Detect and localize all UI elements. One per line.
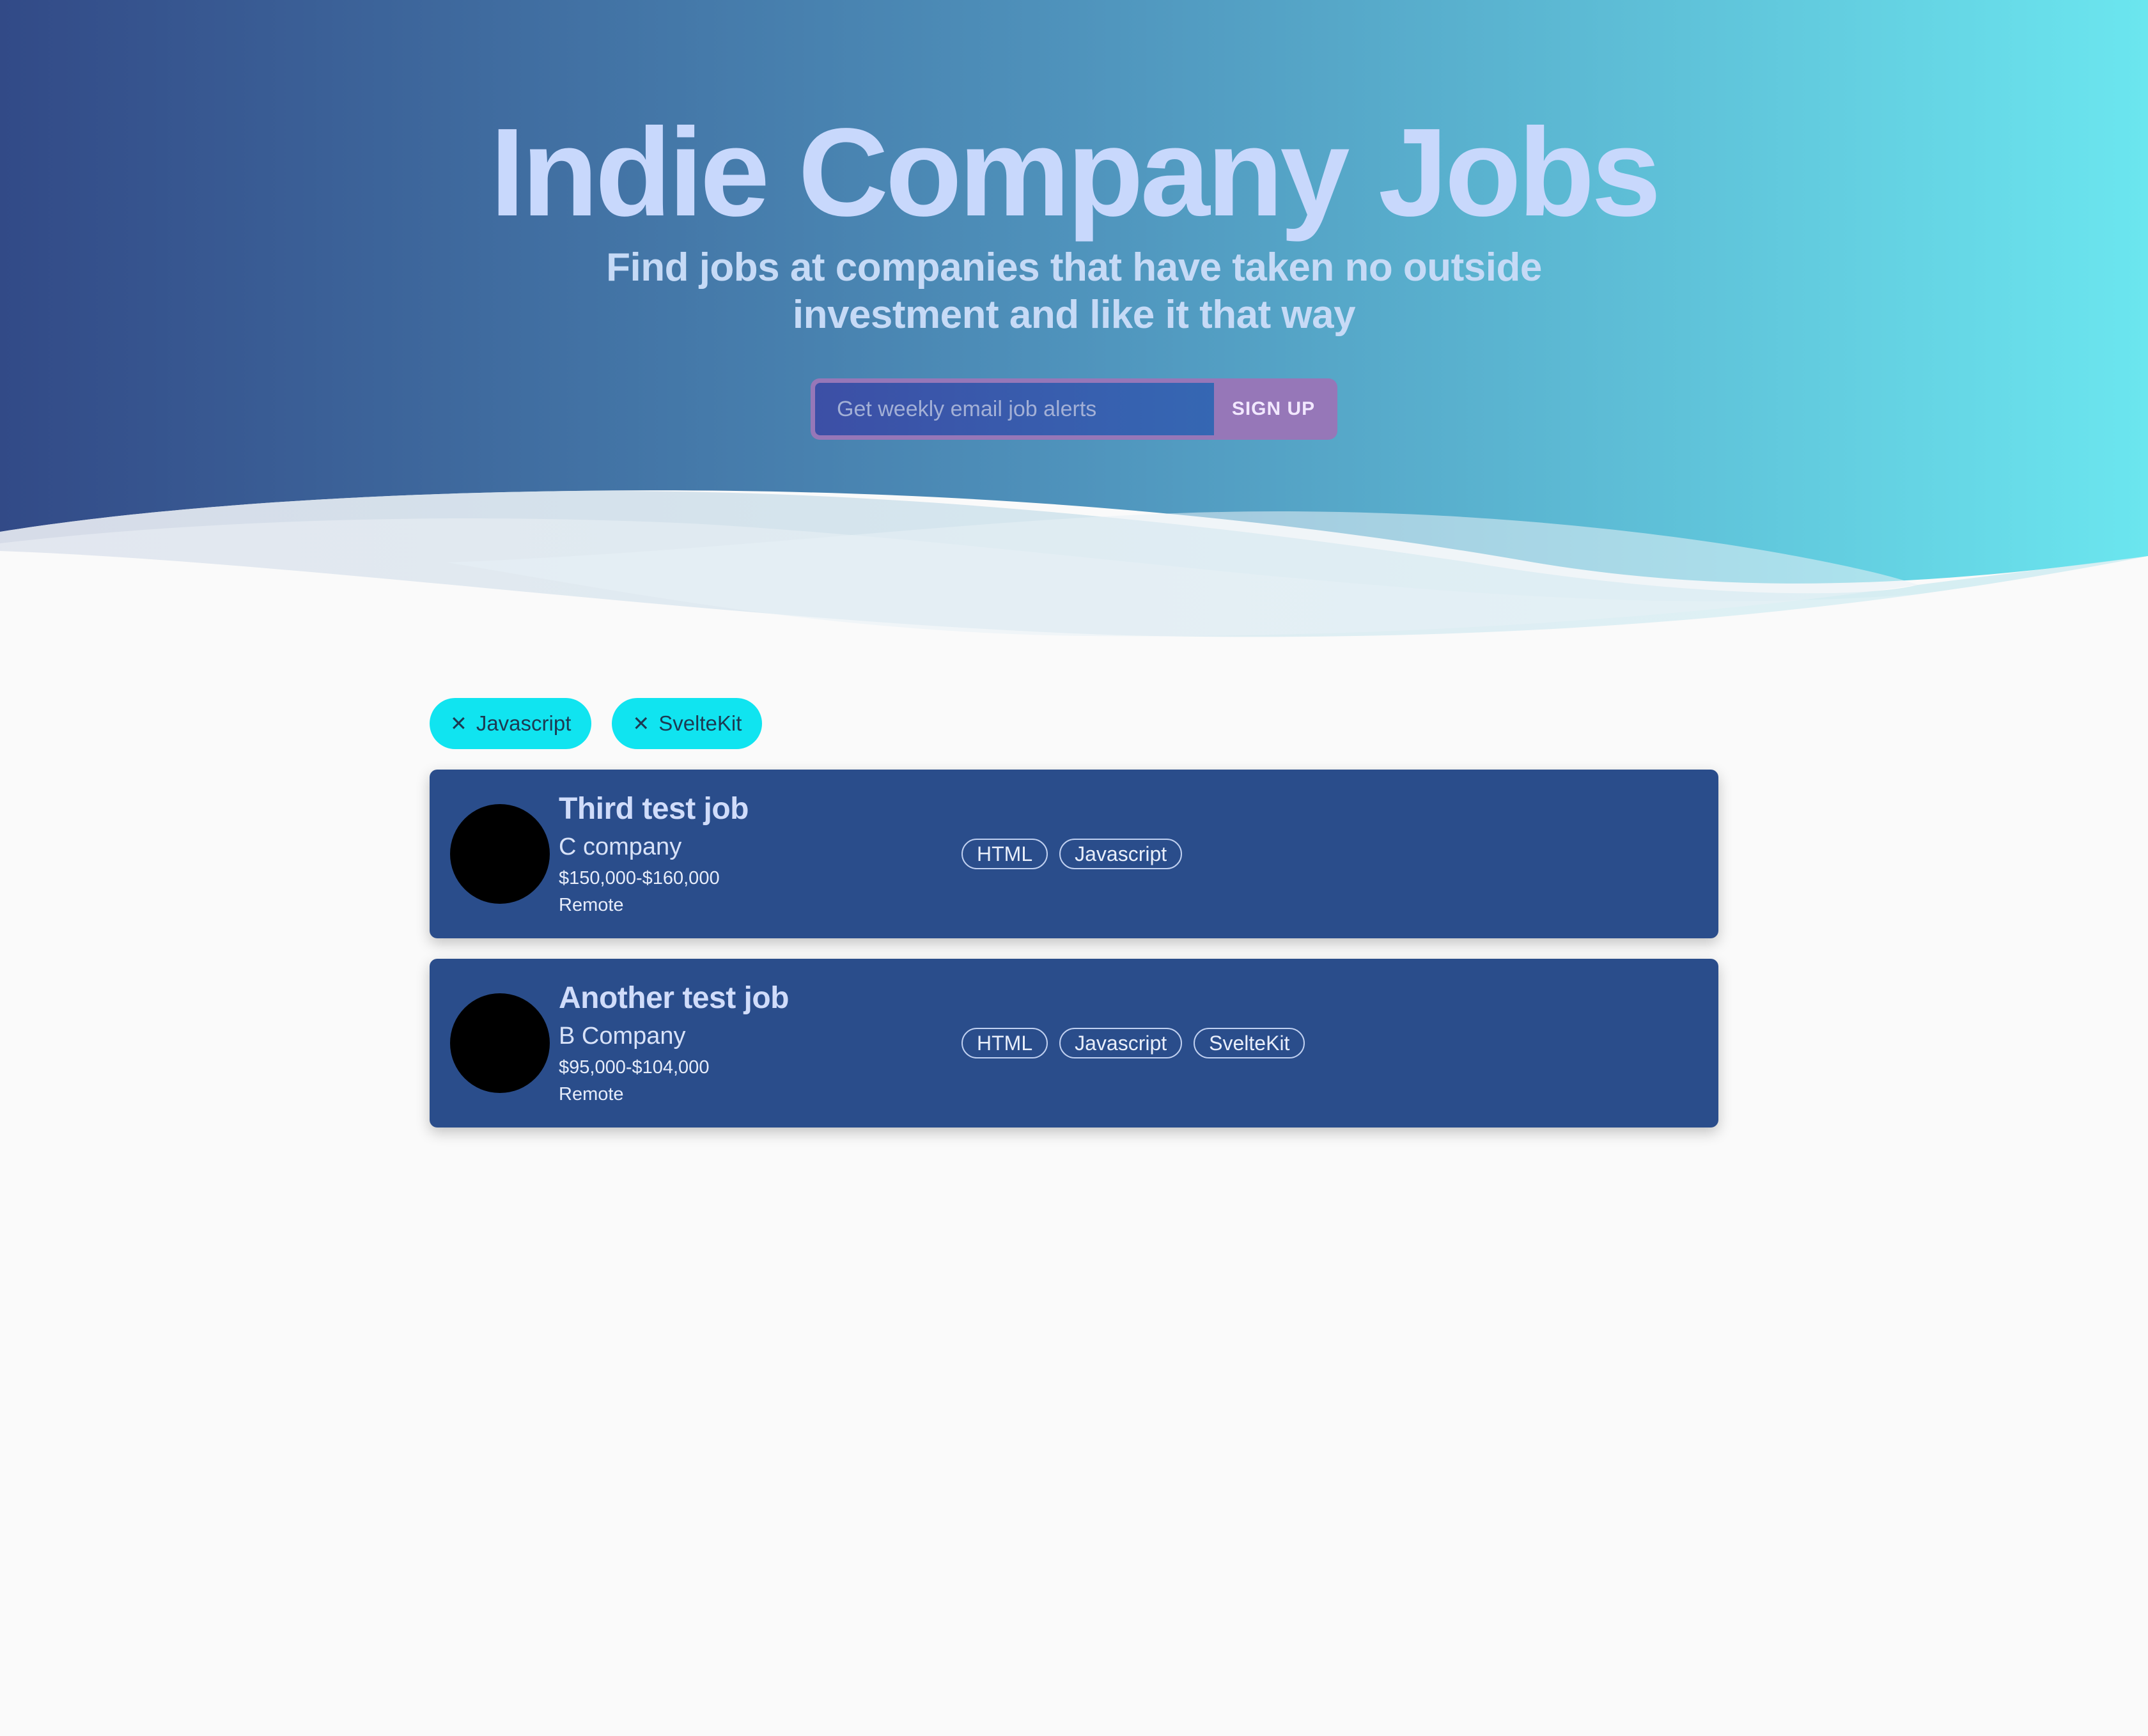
- hero-banner: Indie Company Jobs Find jobs at companie…: [0, 0, 2148, 639]
- job-tag[interactable]: SvelteKit: [1194, 1028, 1305, 1058]
- salary-range: $150,000-$160,000: [559, 868, 720, 888]
- job-title[interactable]: Another test job: [559, 980, 790, 1016]
- filter-chip-label: SvelteKit: [658, 711, 742, 735]
- job-tags: HTML Javascript SvelteKit: [961, 1028, 1305, 1058]
- filter-chip-sveltekit[interactable]: ✕ SvelteKit: [612, 698, 763, 749]
- job-tags: HTML Javascript: [961, 839, 1183, 869]
- company-logo: [450, 993, 550, 1093]
- job-location: Remote: [559, 895, 624, 915]
- job-title[interactable]: Third test job: [559, 791, 749, 826]
- company-logo: [450, 804, 550, 904]
- company-name: C company: [559, 833, 682, 860]
- page-subtitle: Find jobs at companies that have taken n…: [606, 245, 1542, 337]
- job-location: Remote: [559, 1084, 624, 1104]
- sign-up-button[interactable]: SIGN UP: [1214, 383, 1333, 435]
- close-icon[interactable]: ✕: [632, 713, 650, 734]
- close-icon[interactable]: ✕: [450, 713, 467, 734]
- job-tag[interactable]: HTML: [961, 1028, 1048, 1058]
- active-filters: ✕ Javascript ✕ SvelteKit: [430, 698, 763, 749]
- filter-chip-javascript[interactable]: ✕ Javascript: [430, 698, 592, 749]
- job-tag[interactable]: HTML: [961, 839, 1048, 869]
- email-signup-form: SIGN UP: [811, 378, 1337, 440]
- page-title: Indie Company Jobs: [490, 102, 1662, 242]
- email-alert-input[interactable]: [815, 383, 1214, 435]
- salary-range: $95,000-$104,000: [559, 1057, 710, 1078]
- job-list: Third test job C company $150,000-$160,0…: [430, 770, 1718, 1148]
- job-tag[interactable]: Javascript: [1059, 1028, 1183, 1058]
- job-tag[interactable]: Javascript: [1059, 839, 1183, 869]
- job-card[interactable]: Another test job B Company $95,000-$104,…: [430, 959, 1718, 1128]
- filter-chip-label: Javascript: [476, 711, 572, 735]
- company-name: B Company: [559, 1023, 686, 1050]
- job-card[interactable]: Third test job C company $150,000-$160,0…: [430, 770, 1718, 938]
